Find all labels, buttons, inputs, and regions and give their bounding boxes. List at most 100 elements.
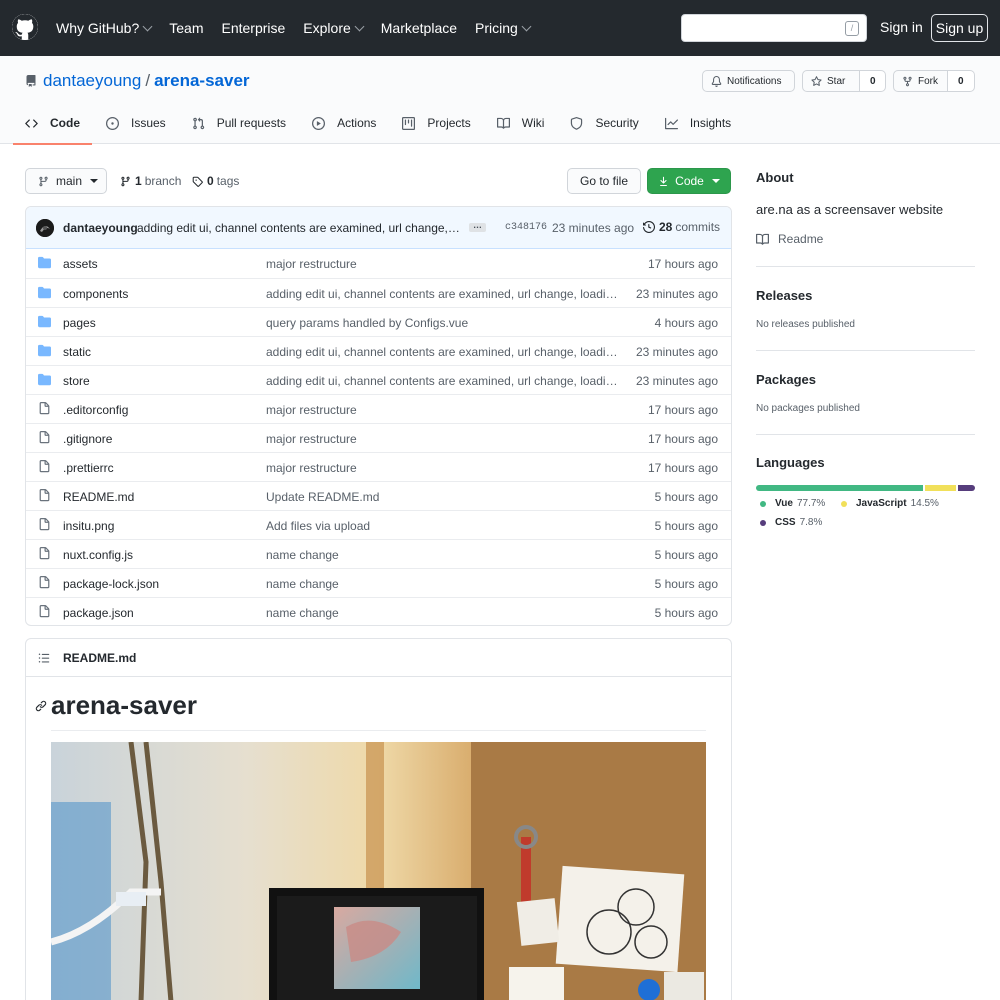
file-commit-message-link[interactable]: name change <box>266 577 624 591</box>
file-name-link[interactable]: nuxt.config.js <box>63 548 133 562</box>
header-nav-why-github[interactable]: Why GitHub? <box>56 20 153 36</box>
tab-label: Wiki <box>521 116 545 130</box>
file-name-link[interactable]: insitu.png <box>63 519 114 533</box>
file-row[interactable]: .prettierrc major restructure 17 hours ago <box>26 452 731 481</box>
language-percent: 7.8% <box>799 517 823 528</box>
commit-sha-link[interactable]: c348176 <box>505 222 547 233</box>
file-row[interactable]: README.md Update README.md 5 hours ago <box>26 481 731 510</box>
header-nav-label: Team <box>169 20 204 36</box>
tab-projects[interactable]: Projects <box>402 116 471 144</box>
language-item[interactable]: CSS 7.8% <box>760 517 822 528</box>
file-age: 17 hours ago <box>647 461 718 475</box>
file-commit-message-link[interactable]: name change <box>266 548 624 562</box>
tab-wiki[interactable]: Wiki <box>496 116 545 144</box>
sign-up-button[interactable]: Sign up <box>931 14 988 42</box>
file-name-link[interactable]: .editorconfig <box>63 403 128 417</box>
file-row[interactable]: .gitignore major restructure 17 hours ago <box>26 423 731 452</box>
file-name-link[interactable]: .gitignore <box>63 432 112 446</box>
file-icon <box>38 460 51 476</box>
header-nav-team[interactable]: Team <box>169 20 203 36</box>
file-row[interactable]: static adding edit ui, channel contents a… <box>26 336 731 365</box>
header-nav-pricing[interactable]: Pricing <box>475 20 532 36</box>
file-commit-message-link[interactable]: adding edit ui, channel contents are exa… <box>266 374 624 388</box>
tab-security[interactable]: Security <box>570 116 639 144</box>
commit-author-link[interactable]: dantaeyoung <box>63 221 138 235</box>
tab-actions[interactable]: Actions <box>312 116 376 144</box>
avatar[interactable] <box>36 219 54 237</box>
branch-select-button[interactable]: main <box>25 168 107 194</box>
file-name-link[interactable]: package-lock.json <box>63 577 159 591</box>
star-count[interactable]: 0 <box>860 70 886 92</box>
sign-in-link[interactable]: Sign in <box>880 19 923 35</box>
file-name-link[interactable]: README.md <box>63 490 134 504</box>
fork-button[interactable]: Fork <box>893 70 948 92</box>
file-name-link[interactable]: assets <box>63 257 98 271</box>
commits-history-link[interactable]: 28 commits <box>643 220 720 234</box>
file-name-link[interactable]: components <box>63 287 128 301</box>
commit-time: 23 minutes ago <box>552 221 635 235</box>
shield-icon <box>570 116 589 133</box>
readme-insitu-photo <box>51 742 706 1000</box>
header-nav-enterprise[interactable]: Enterprise <box>221 20 285 36</box>
file-row[interactable]: store adding edit ui, channel contents ar… <box>26 365 731 394</box>
tab-pull-requests[interactable]: Pull requests <box>192 116 286 144</box>
header-nav-explore[interactable]: Explore <box>303 20 365 36</box>
file-commit-message-link[interactable]: adding edit ui, channel contents are exa… <box>266 345 624 359</box>
fork-count[interactable]: 0 <box>948 70 975 92</box>
file-name-link[interactable]: store <box>63 374 90 388</box>
star-label: Star <box>827 75 846 87</box>
tab-code[interactable]: Code <box>13 116 92 145</box>
fork-label: Fork <box>918 75 938 87</box>
commit-expand-button[interactable]: … <box>469 221 486 232</box>
header-nav-marketplace[interactable]: Marketplace <box>381 20 457 36</box>
search-box[interactable]: / <box>681 14 867 42</box>
file-row[interactable]: package-lock.json name change 5 hours ago <box>26 568 731 597</box>
readme-link[interactable]: Readme <box>756 232 975 246</box>
file-icon <box>38 605 51 621</box>
sidebar-divider <box>756 434 975 435</box>
code-download-button[interactable]: Code <box>647 168 731 194</box>
go-to-file-button[interactable]: Go to file <box>567 168 641 194</box>
branches-link[interactable]: 1 branch <box>120 174 181 188</box>
repo-name-link[interactable]: arena-saver <box>154 71 249 91</box>
file-name-link[interactable]: package.json <box>63 606 134 620</box>
file-row[interactable]: nuxt.config.js name change 5 hours ago <box>26 539 731 568</box>
repo-title: dantaeyoung / arena-saver <box>25 71 250 91</box>
file-row[interactable]: assets major restructure 17 hours ago <box>26 249 731 278</box>
file-commit-message-link[interactable]: major restructure <box>266 257 624 271</box>
file-icon <box>38 402 51 418</box>
file-commit-message-link[interactable]: Add files via upload <box>266 519 624 533</box>
list-icon[interactable] <box>38 652 50 664</box>
language-item[interactable]: Vue 77.7% <box>760 498 825 509</box>
repo-owner-link[interactable]: dantaeyoung <box>43 71 141 91</box>
packages-title[interactable]: Packages <box>756 372 975 387</box>
star-button[interactable]: Star <box>802 70 860 92</box>
github-logo-icon[interactable] <box>12 14 38 40</box>
file-row[interactable]: package.json name change 5 hours ago <box>26 597 731 625</box>
commit-message-link[interactable]: adding edit ui, channel contents are exa… <box>137 221 462 235</box>
file-commit-message-link[interactable]: major restructure <box>266 403 624 417</box>
file-row[interactable]: pages query params handled by Configs.vue… <box>26 307 731 336</box>
language-item[interactable]: JavaScript 14.5% <box>841 498 939 509</box>
file-name-link[interactable]: .prettierrc <box>63 461 114 475</box>
tab-insights[interactable]: Insights <box>664 116 731 144</box>
file-row[interactable]: components adding edit ui, channel conten… <box>26 278 731 307</box>
link-anchor-icon[interactable] <box>35 700 47 712</box>
tab-issues[interactable]: Issues <box>106 116 166 144</box>
file-row[interactable]: .editorconfig major restructure 17 hours a… <box>26 394 731 423</box>
search-input[interactable] <box>690 15 840 41</box>
file-commit-message-link[interactable]: adding edit ui, channel contents are exa… <box>266 287 624 301</box>
file-commit-message-link[interactable]: name change <box>266 606 624 620</box>
notifications-button[interactable]: Notifications <box>702 70 795 92</box>
file-commit-message-link[interactable]: major restructure <box>266 432 624 446</box>
file-commit-message-link[interactable]: query params handled by Configs.vue <box>266 316 624 330</box>
file-row[interactable]: insitu.png Add files via upload 5 hours ag… <box>26 510 731 539</box>
global-header: Why GitHub? Team Enterprise Explore Marketpl… <box>0 0 1000 56</box>
releases-title[interactable]: Releases <box>756 288 975 303</box>
file-name-link[interactable]: static <box>63 345 91 359</box>
file-commit-message-link[interactable]: Update README.md <box>266 490 624 504</box>
tags-link[interactable]: 0 tags <box>192 174 239 188</box>
branch-icon <box>39 176 48 186</box>
file-name-link[interactable]: pages <box>63 316 96 330</box>
file-commit-message-link[interactable]: major restructure <box>266 461 624 475</box>
